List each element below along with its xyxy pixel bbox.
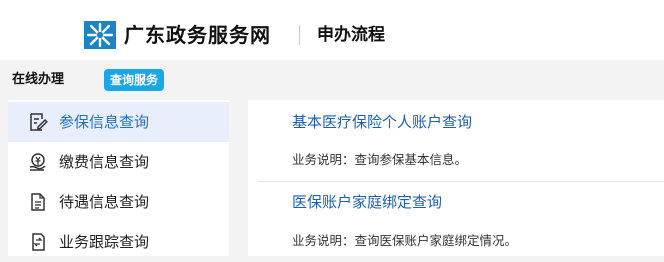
sidebar: 参保信息查询 缴费信息查询 待遇信息查询 业务跟踪查询: [8, 100, 229, 256]
list-divider: [258, 181, 664, 182]
sidebar-item-label: 缴费信息查询: [59, 153, 150, 171]
sidebar-item-label: 业务跟踪查询: [59, 233, 150, 251]
service-description: 业务说明：查询医保账户家庭绑定情况。: [292, 233, 518, 248]
sidebar-item-benefit-info[interactable]: 待遇信息查询: [8, 182, 229, 222]
site-name[interactable]: 广东政务服务网: [124, 21, 271, 49]
sidebar-item-label: 参保信息查询: [59, 113, 150, 131]
service-link-personal-account[interactable]: 基本医疗保险个人账户查询: [292, 111, 472, 133]
guangdong-logo-icon[interactable]: [84, 21, 116, 49]
sidebar-item-insurance-info[interactable]: 参保信息查询: [8, 102, 229, 142]
sidebar-item-label: 待遇信息查询: [59, 193, 150, 211]
sub-navigation: 在线办理 查询服务: [0, 60, 664, 98]
sidebar-item-business-tracking[interactable]: 业务跟踪查询: [8, 222, 229, 262]
sidebar-item-payment-info[interactable]: 缴费信息查询: [8, 142, 229, 182]
top-header: 广东政务服务网 申办流程: [0, 0, 664, 60]
tab-online-service[interactable]: 在线办理: [12, 70, 64, 90]
service-list: 基本医疗保险个人账户查询 业务说明：查询参保基本信息。 医保账户家庭绑定查询 业…: [248, 100, 664, 256]
service-description: 业务说明：查询参保基本信息。: [292, 152, 468, 167]
tab-query-service[interactable]: 查询服务: [104, 69, 165, 91]
header-divider: [299, 25, 300, 45]
page-title: 申办流程: [317, 25, 385, 45]
payment-hand-icon: [29, 153, 46, 171]
document-exchange-icon: [32, 233, 45, 251]
document-list-icon: [31, 193, 45, 211]
service-link-family-binding[interactable]: 医保账户家庭绑定查询: [292, 191, 442, 213]
edit-document-icon: [30, 113, 48, 131]
